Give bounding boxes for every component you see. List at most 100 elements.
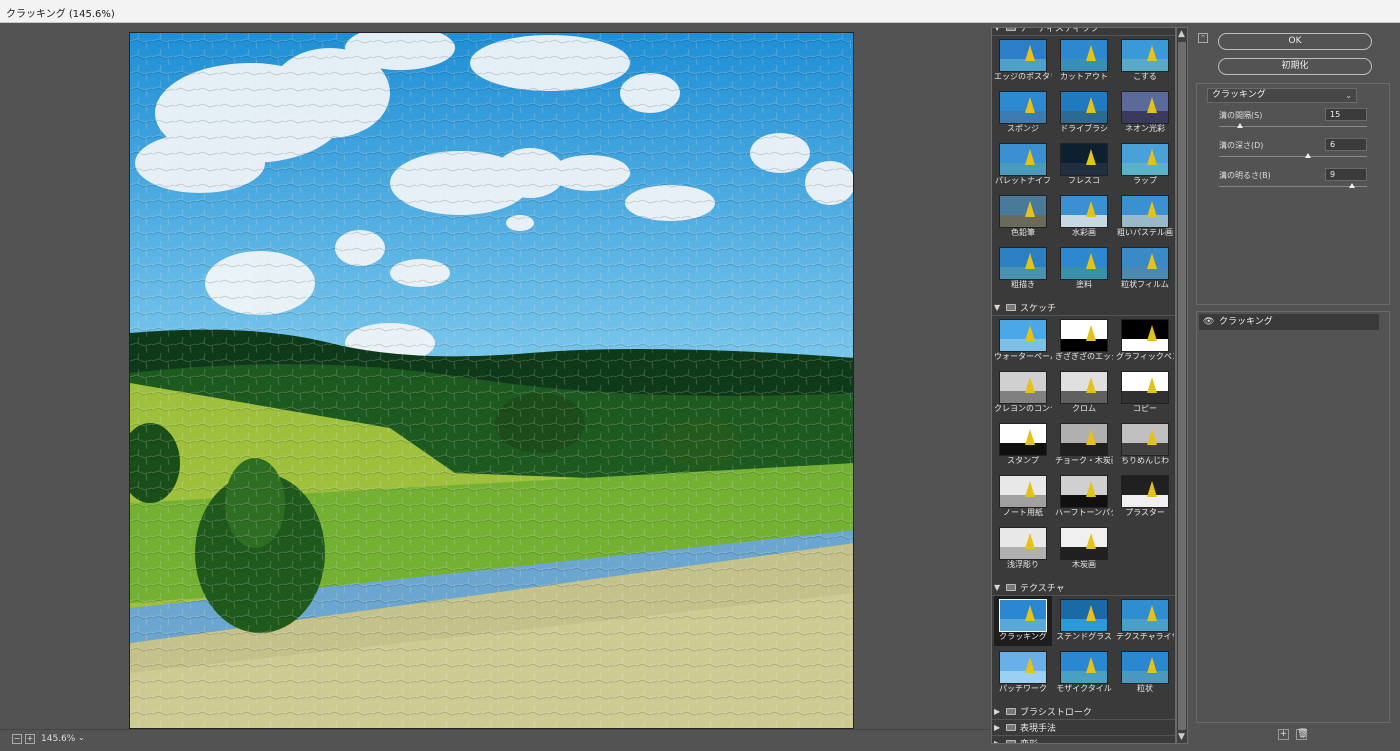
filter-thumbnail[interactable]: クレヨンのコンテ画: [994, 368, 1052, 418]
status-bar: − + 145.6% ⌄: [0, 729, 990, 751]
filter-thumbnail[interactable]: テクスチャライザー: [1116, 596, 1174, 646]
collapsed-triangle-icon[interactable]: ▶: [994, 739, 1002, 744]
filter-thumbnail-label: 木炭画: [1072, 560, 1096, 569]
filter-thumbnail[interactable]: ネオン光彩: [1116, 88, 1174, 138]
filter-thumbnail[interactable]: クラッキング: [994, 596, 1052, 646]
filter-thumbnail-label: 塗料: [1076, 280, 1092, 289]
filter-thumbnail[interactable]: ノート用紙: [994, 472, 1052, 522]
filter-thumbnail[interactable]: 粗描き: [994, 244, 1052, 294]
filter-thumbnail[interactable]: コピー: [1116, 368, 1174, 418]
settings-panel: ⌃ OK 初期化 クラッキング ⌄ 溝の間隔(S) 15 溝の深さ(D) 6 溝の明るさ…: [1190, 23, 1400, 751]
filter-thumbnail-image: [1121, 247, 1169, 280]
gallery-category[interactable]: ▼ アーティスティック: [994, 27, 1175, 34]
parameter-slider-knob[interactable]: [1349, 183, 1356, 188]
reset-button[interactable]: 初期化: [1218, 58, 1372, 75]
filter-thumbnail[interactable]: ウォーターペーパー: [994, 316, 1052, 366]
filter-thumbnail[interactable]: チョーク・木炭画: [1055, 420, 1113, 470]
filter-thumbnail[interactable]: スポンジ: [994, 88, 1052, 138]
filter-thumbnail[interactable]: ハーフトーンパターン: [1055, 472, 1113, 522]
filter-thumbnail[interactable]: 浅浮彫り: [994, 524, 1052, 574]
collapsed-triangle-icon[interactable]: ▶: [994, 707, 1002, 716]
filter-thumbnail[interactable]: プラスター: [1116, 472, 1174, 522]
filter-thumbnail-image: [999, 651, 1047, 684]
parameter-value-input[interactable]: 9: [1325, 168, 1367, 181]
new-effect-layer-button[interactable]: +: [1278, 729, 1289, 740]
filter-thumbnail-image: [999, 319, 1047, 352]
filter-thumbnail[interactable]: こする: [1116, 36, 1174, 86]
filter-select-value: クラッキング: [1212, 90, 1266, 100]
parameter-value-input[interactable]: 15: [1325, 108, 1367, 121]
filter-thumbnail[interactable]: スタンプ: [994, 420, 1052, 470]
filter-gallery[interactable]: ▼ アーティスティックエッジのポスタリゼーションカットアウトこするスポンジドライブ…: [991, 27, 1176, 744]
filter-parameter: 溝の間隔(S) 15: [1219, 108, 1369, 138]
filter-thumbnail[interactable]: 色鉛筆: [994, 192, 1052, 242]
title-bar: クラッキング (145.6%): [0, 0, 1400, 23]
filter-thumbnail[interactable]: 粗いパステル画: [1116, 192, 1174, 242]
filter-select[interactable]: クラッキング ⌄: [1207, 88, 1357, 103]
filter-thumbnail[interactable]: 木炭画: [1055, 524, 1113, 574]
effect-layer-row[interactable]: 👁 クラッキング: [1199, 314, 1379, 330]
zoom-level[interactable]: 145.6%: [41, 734, 75, 744]
filter-thumbnail-label: 粗描き: [1011, 280, 1035, 289]
preview-area[interactable]: [0, 23, 990, 729]
parameter-label: 溝の深さ(D): [1219, 141, 1264, 150]
parameter-slider-track[interactable]: [1219, 156, 1367, 157]
filter-thumbnail[interactable]: ちりめんじわ: [1116, 420, 1174, 470]
collapsed-triangle-icon[interactable]: ▶: [994, 723, 1002, 732]
filter-thumbnail[interactable]: 塗料: [1055, 244, 1113, 294]
eye-icon[interactable]: 👁: [1203, 314, 1214, 330]
preview-image[interactable]: [129, 32, 854, 729]
gallery-scrollbar[interactable]: ▲ ▼: [1176, 27, 1188, 744]
gallery-category[interactable]: ▶ 表現手法: [994, 720, 1175, 734]
gallery-category-label: 表現手法: [1020, 723, 1057, 734]
gallery-category[interactable]: ▶ 変形: [994, 736, 1175, 744]
collapse-gallery-button[interactable]: ⌃: [1198, 33, 1208, 43]
zoom-dropdown-icon[interactable]: ⌄: [78, 733, 85, 742]
filter-thumbnail[interactable]: クロム: [1055, 368, 1113, 418]
filter-thumbnail[interactable]: エッジのポスタリゼーション: [994, 36, 1052, 86]
parameter-slider-knob[interactable]: [1236, 123, 1243, 128]
filter-thumbnail[interactable]: ラップ: [1116, 140, 1174, 190]
ok-button[interactable]: OK: [1218, 33, 1372, 50]
folder-icon: [1006, 303, 1016, 311]
folder-icon: [1006, 583, 1016, 591]
parameter-slider-knob[interactable]: [1304, 153, 1311, 158]
filter-thumbnail[interactable]: 水彩画: [1055, 192, 1113, 242]
gallery-category-label: アーティスティック: [1020, 27, 1100, 34]
filter-thumbnail[interactable]: 粒状フィルム: [1116, 244, 1174, 294]
parameter-value-input[interactable]: 6: [1325, 138, 1367, 151]
zoom-out-button[interactable]: −: [12, 734, 22, 744]
parameter-slider-track[interactable]: [1219, 186, 1367, 187]
filter-thumbnail-label: 粒状: [1137, 684, 1153, 693]
filter-thumbnail[interactable]: モザイクタイル: [1055, 648, 1113, 698]
gallery-category[interactable]: ▼ テクスチャ: [994, 580, 1175, 594]
gallery-category[interactable]: ▼ スケッチ: [994, 300, 1175, 314]
filter-thumbnail-image: [1121, 651, 1169, 684]
filter-thumbnail[interactable]: ぎざぎざのエッジ: [1055, 316, 1113, 366]
zoom-in-button[interactable]: +: [25, 734, 35, 744]
filter-thumbnail-label: プラスター: [1125, 508, 1165, 517]
filter-thumbnail[interactable]: パレットナイフ: [994, 140, 1052, 190]
expanded-triangle-icon[interactable]: ▼: [994, 303, 1002, 312]
filter-thumbnail[interactable]: フレスコ: [1055, 140, 1113, 190]
filter-thumbnail-image: [1060, 651, 1108, 684]
filter-thumbnail[interactable]: グラフィックペン: [1116, 316, 1174, 366]
expanded-triangle-icon[interactable]: ▼: [994, 28, 1002, 32]
filter-thumbnail-image: [1121, 319, 1169, 352]
filter-thumbnail-image: [1121, 143, 1169, 176]
filter-thumbnail[interactable]: ステンドグラス: [1055, 596, 1113, 646]
filter-thumbnail[interactable]: パッチワーク: [994, 648, 1052, 698]
filter-thumbnail-image: [999, 39, 1047, 72]
expanded-triangle-icon[interactable]: ▼: [994, 583, 1002, 592]
trash-icon[interactable]: 🗑: [1296, 729, 1308, 740]
filter-thumbnail-image: [999, 423, 1047, 456]
filter-thumbnail[interactable]: 粒状: [1116, 648, 1174, 698]
filter-thumbnail-image: [999, 247, 1047, 280]
filter-thumbnail[interactable]: ドライブラシ: [1055, 88, 1113, 138]
filter-thumbnail[interactable]: カットアウト: [1055, 36, 1113, 86]
gallery-category[interactable]: ▶ ブラシストローク: [994, 704, 1175, 718]
filter-thumbnail-image: [1121, 195, 1169, 228]
scrollbar-thumb[interactable]: [1178, 42, 1186, 730]
scroll-up-icon[interactable]: ▲: [1178, 29, 1185, 39]
scroll-down-icon[interactable]: ▼: [1178, 732, 1185, 742]
